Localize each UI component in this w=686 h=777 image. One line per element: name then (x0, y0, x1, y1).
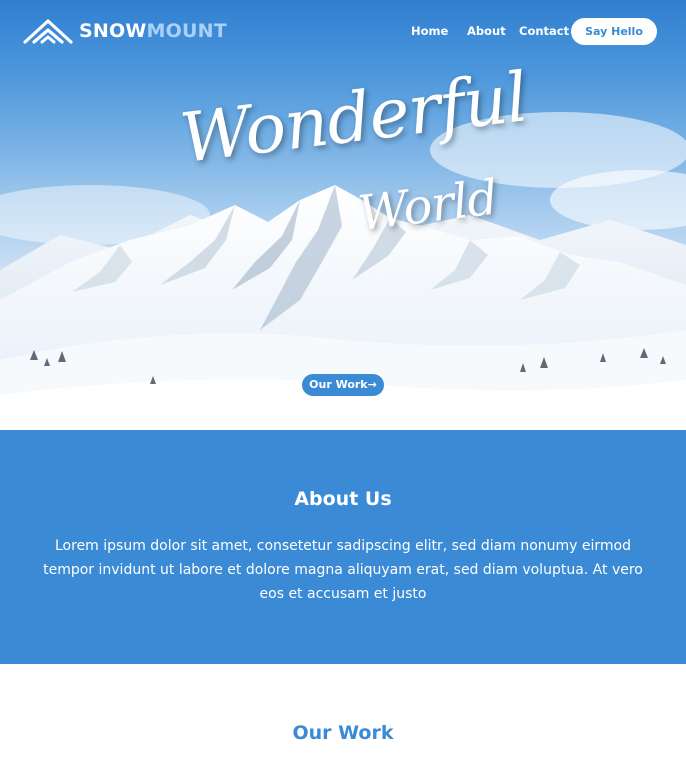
nav-item-about[interactable]: About (467, 22, 506, 40)
about-text: Lorem ipsum dolor sit amet, consetetur s… (43, 538, 643, 602)
hero-section: SNOWMOUNT Home About Contact Say Hello W… (0, 0, 686, 430)
arrow-right-icon: → (367, 378, 377, 391)
nav-item-contact[interactable]: Contact (519, 22, 569, 40)
about-section: About Us Lorem ipsum dolor sit amet, con… (0, 430, 686, 664)
our-work-button-label: Our Work (309, 378, 368, 391)
our-work-button[interactable]: Our Work→ (302, 374, 384, 396)
say-hello-button[interactable]: Say Hello (571, 18, 657, 45)
work-section: Our Work (0, 664, 686, 777)
mountain-landscape-image (0, 112, 686, 430)
about-title: About Us (294, 488, 392, 510)
nav-item-home[interactable]: Home (411, 22, 448, 40)
work-title: Our Work (292, 722, 394, 744)
